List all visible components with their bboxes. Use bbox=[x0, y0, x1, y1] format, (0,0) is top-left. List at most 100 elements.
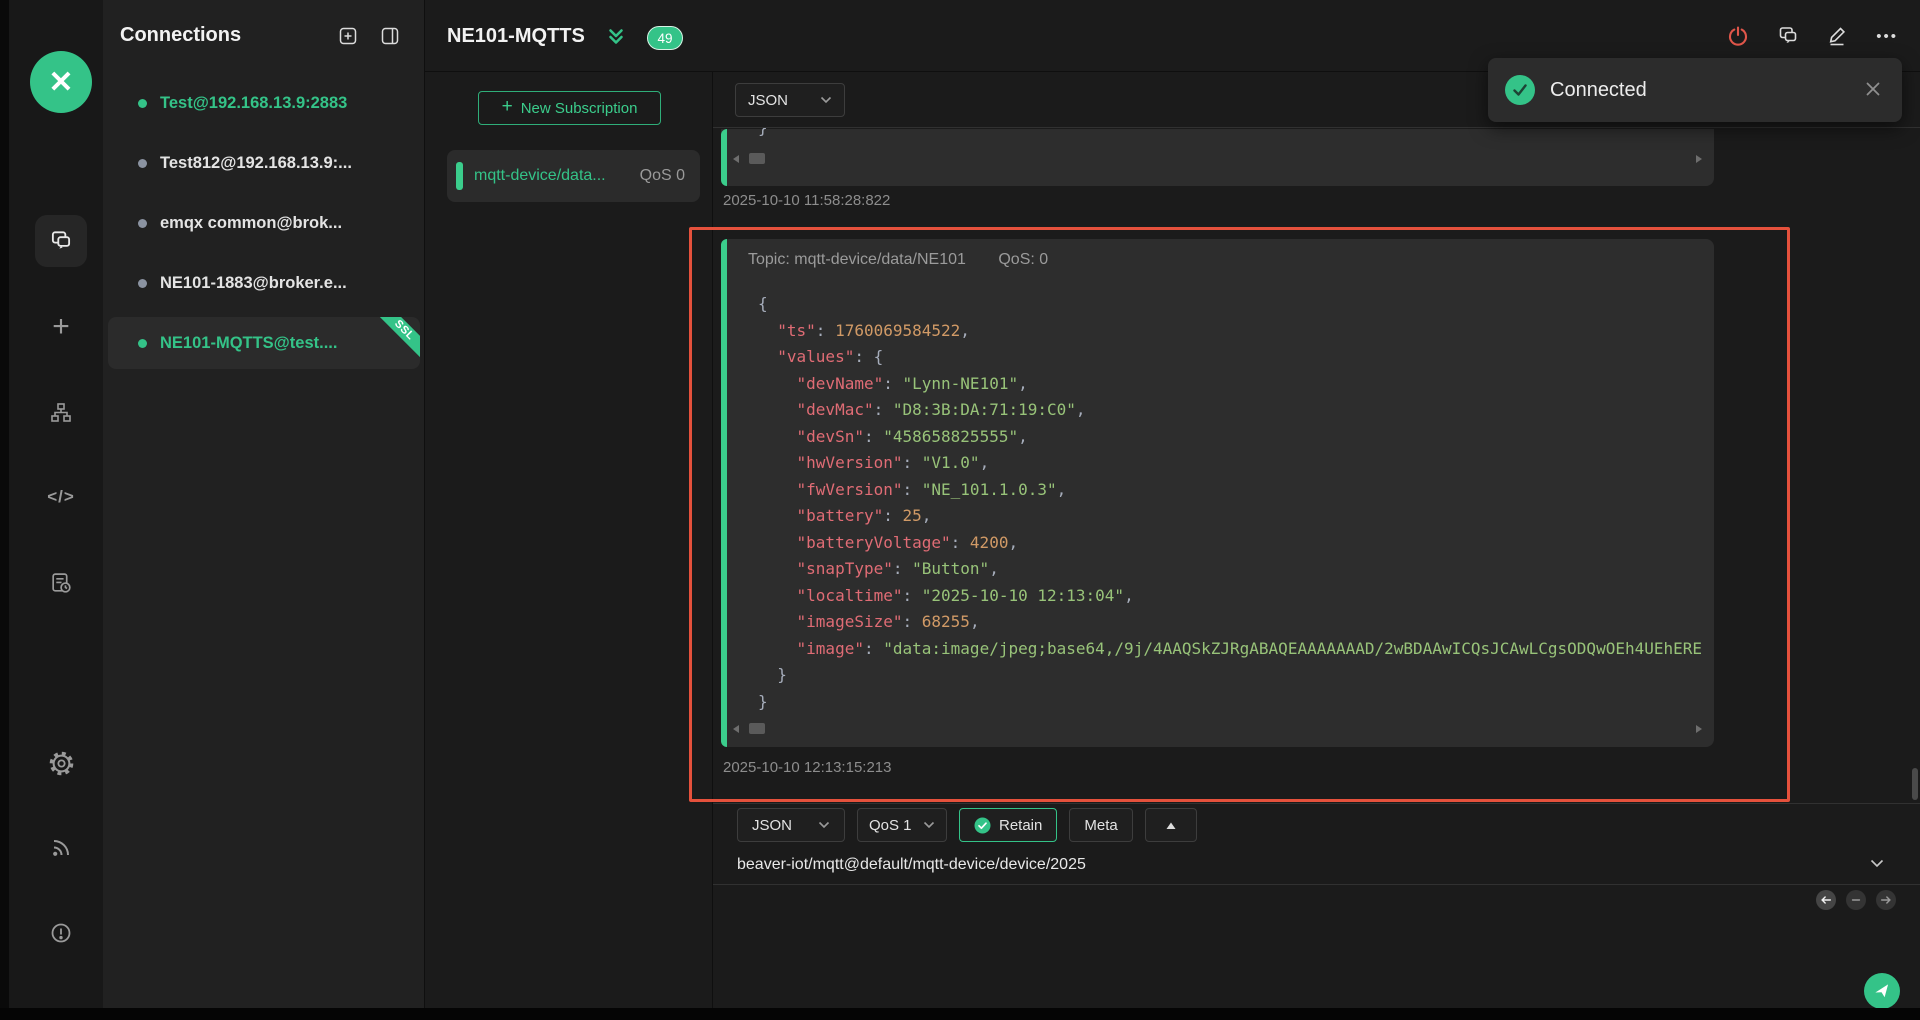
payload-line: "devMac": "D8:3B:DA:71:19:C0", bbox=[758, 397, 1710, 424]
send-icon bbox=[1872, 981, 1892, 1001]
payload-line: } bbox=[758, 662, 1710, 689]
payload-line: "snapType": "Button", bbox=[758, 556, 1710, 583]
payload-line: "values": { bbox=[758, 344, 1710, 371]
chevron-down-icon bbox=[818, 821, 830, 829]
connected-toast: Connected bbox=[1488, 58, 1902, 122]
more-options-icon[interactable]: ••• bbox=[1876, 28, 1898, 45]
gear-icon bbox=[48, 750, 75, 777]
sidebar-item-script[interactable]: </> bbox=[35, 471, 87, 523]
message-color-bar bbox=[721, 239, 727, 747]
success-check-icon bbox=[1505, 75, 1535, 105]
chevron-down-icon bbox=[820, 96, 832, 104]
connection-item[interactable]: Test812@192.168.13.9:... bbox=[108, 137, 420, 189]
payload-format-select[interactable]: JSON bbox=[735, 83, 845, 117]
clipped-payload-line: } bbox=[758, 128, 768, 142]
sidebar-item-topology[interactable] bbox=[35, 387, 87, 439]
scroll-right-icon[interactable] bbox=[1696, 725, 1702, 733]
toast-message: Connected bbox=[1550, 58, 1647, 122]
connection-item[interactable]: Test@192.168.13.9:2883 bbox=[108, 77, 420, 129]
collapse-publish-button[interactable] bbox=[1145, 808, 1197, 842]
collapse-messages-icon[interactable] bbox=[605, 26, 627, 48]
connection-label: Test@192.168.13.9:2883 bbox=[160, 94, 347, 113]
connection-status-dot bbox=[138, 279, 147, 288]
sidebar-item-connections[interactable] bbox=[35, 215, 87, 267]
connection-label: NE101-MQTTS@test.... bbox=[160, 334, 337, 353]
retain-toggle[interactable]: Retain bbox=[959, 808, 1057, 842]
connection-status-dot bbox=[138, 159, 147, 168]
edit-icon[interactable] bbox=[1826, 24, 1850, 48]
message-meta: Topic: mqtt-device/data/NE101 QoS: 0 bbox=[748, 251, 1048, 269]
close-icon[interactable] bbox=[1864, 80, 1882, 98]
new-connection-icon[interactable] bbox=[338, 26, 358, 46]
subscription-item[interactable]: mqtt-device/data... QoS 0 bbox=[447, 150, 700, 202]
scroll-left-icon[interactable] bbox=[733, 155, 739, 163]
clear-history-button[interactable] bbox=[1846, 890, 1866, 910]
triangle-up-icon bbox=[1165, 821, 1177, 830]
messages-panel: JSON } 2025-10-10 11:58:28:822 Topi bbox=[713, 72, 1920, 1008]
ssl-badge: SSL bbox=[373, 317, 420, 361]
app-window: ✕ + </> bbox=[0, 0, 1920, 1020]
connection-status-dot bbox=[138, 339, 147, 348]
sidebar-item-new-connection[interactable]: + bbox=[35, 301, 87, 353]
disconnect-icon[interactable] bbox=[1726, 24, 1750, 48]
payload-format-value: JSON bbox=[748, 92, 788, 109]
message-count-badge: 49 bbox=[647, 26, 683, 50]
scroll-right-icon[interactable] bbox=[1696, 155, 1702, 163]
connection-item[interactable]: NE101-MQTTS@test.... SSL bbox=[108, 317, 420, 369]
messages-icon[interactable] bbox=[1776, 24, 1800, 48]
horizontal-scrollbar[interactable] bbox=[731, 721, 1704, 737]
publish-qos-value: QoS 1 bbox=[869, 817, 912, 834]
arrow-left-icon bbox=[1820, 894, 1832, 906]
payload-line: "batteryVoltage": 4200, bbox=[758, 530, 1710, 557]
topology-icon bbox=[49, 401, 73, 425]
meta-button[interactable]: Meta bbox=[1069, 808, 1132, 842]
sidebar-item-news[interactable] bbox=[35, 822, 87, 874]
connection-label: Test812@192.168.13.9:... bbox=[160, 154, 352, 173]
publish-qos-select[interactable]: QoS 1 bbox=[857, 808, 947, 842]
sidebar-item-settings[interactable] bbox=[35, 737, 87, 789]
history-back-button[interactable] bbox=[1816, 890, 1836, 910]
payload-line: "fwVersion": "NE_101.1.0.3", bbox=[758, 477, 1710, 504]
subscription-color-bar bbox=[456, 162, 463, 190]
new-subscription-button[interactable]: + New Subscription bbox=[478, 91, 661, 125]
payload-line: "localtime": "2025-10-10 12:13:04", bbox=[758, 583, 1710, 610]
collapse-panel-icon[interactable] bbox=[380, 26, 400, 46]
message-topic: Topic: mqtt-device/data/NE101 bbox=[748, 251, 966, 268]
connection-item[interactable]: emqx common@brok... bbox=[108, 197, 420, 249]
publish-topic-input[interactable]: beaver-iot/mqtt@default/mqtt-device/devi… bbox=[737, 846, 1896, 884]
sidebar-item-log[interactable] bbox=[35, 557, 87, 609]
history-forward-button[interactable] bbox=[1876, 890, 1896, 910]
publish-panel: JSON QoS 1 Retain Meta bbox=[713, 803, 1920, 1008]
chevron-down-icon[interactable] bbox=[1870, 859, 1884, 868]
connection-item[interactable]: NE101-1883@broker.e... bbox=[108, 257, 420, 309]
messages-viewport[interactable]: } 2025-10-10 11:58:28:822 Topic: mqtt-de… bbox=[713, 128, 1920, 803]
app-sidebar: ✕ + </> bbox=[9, 0, 103, 1008]
horizontal-scrollbar[interactable] bbox=[731, 151, 1704, 167]
meta-label: Meta bbox=[1084, 817, 1117, 834]
subscriptions-panel: + New Subscription mqtt-device/data... Q… bbox=[425, 72, 713, 1008]
payload-line: } bbox=[758, 689, 1710, 716]
vertical-scrollbar-thumb[interactable] bbox=[1912, 768, 1918, 800]
payload-line: "devSn": "458658825555", bbox=[758, 424, 1710, 451]
message-bubble-older[interactable]: } bbox=[721, 129, 1714, 186]
payload-line: { bbox=[758, 291, 1710, 318]
publish-format-select[interactable]: JSON bbox=[737, 808, 845, 842]
message-bubble-current[interactable]: Topic: mqtt-device/data/NE101 QoS: 0 { "… bbox=[721, 239, 1714, 747]
window-edge bbox=[0, 1008, 1920, 1020]
subscription-topic: mqtt-device/data... bbox=[474, 150, 606, 202]
sidebar-item-about[interactable] bbox=[35, 907, 87, 959]
message-timestamp: 2025-10-10 11:58:28:822 bbox=[723, 192, 890, 209]
scroll-left-icon[interactable] bbox=[733, 725, 739, 733]
plus-icon: + bbox=[502, 96, 513, 118]
code-icon: </> bbox=[47, 487, 75, 507]
check-circle-icon bbox=[974, 817, 991, 834]
payload-line: "ts": 1760069584522, bbox=[758, 318, 1710, 345]
send-button[interactable] bbox=[1864, 973, 1900, 1009]
scrollbar-thumb[interactable] bbox=[749, 153, 765, 164]
payload-line: "devName": "Lynn-NE101", bbox=[758, 371, 1710, 398]
divider bbox=[713, 884, 1920, 885]
scrollbar-thumb[interactable] bbox=[749, 723, 765, 734]
log-icon bbox=[49, 571, 74, 596]
publish-topic-value: beaver-iot/mqtt@default/mqtt-device/devi… bbox=[737, 846, 1896, 884]
payload-line: "imageSize": 68255, bbox=[758, 609, 1710, 636]
